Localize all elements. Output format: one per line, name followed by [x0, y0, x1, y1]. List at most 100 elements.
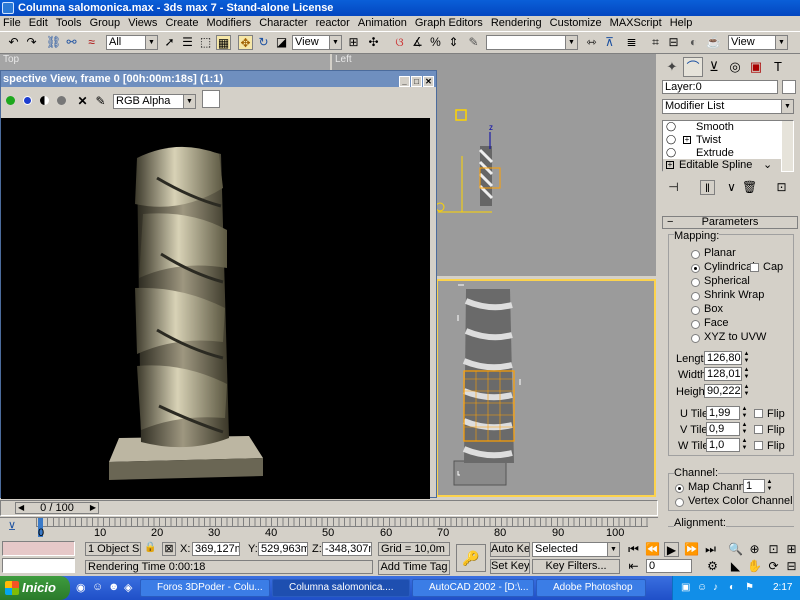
menu-graph-editors[interactable]: Graph Editors [415, 17, 483, 29]
create-tab-icon[interactable]: ✦ [662, 57, 682, 77]
height-input[interactable]: 90,222m [704, 384, 742, 398]
render-scene-icon[interactable]: ☕ [706, 35, 721, 50]
length-input[interactable]: 126,802r [704, 351, 742, 365]
play-icon[interactable]: ▶ [664, 542, 679, 557]
w-tile-spinner[interactable]: ▲ ▼ [741, 438, 748, 452]
maximize-viewport-icon[interactable]: ⊟ [784, 559, 799, 574]
select-manipulate-icon[interactable]: ✣ [366, 35, 381, 50]
maxscript-listener[interactable] [2, 541, 75, 556]
v-flip-checkbox[interactable] [754, 425, 763, 434]
previous-frame-icon[interactable]: ⏪ [645, 542, 660, 557]
planar-radio[interactable] [691, 250, 700, 259]
object-color-swatch[interactable] [782, 80, 796, 94]
menu-modifiers[interactable]: Modifiers [207, 17, 252, 29]
snap-toggle-icon[interactable]: ଓ [392, 35, 407, 50]
track-bar[interactable]: ⊻ 0 10 20 30 40 50 60 70 80 90 100 [0, 517, 658, 539]
set-key-button[interactable]: Set Key [490, 559, 530, 574]
quick-launch-icon[interactable]: ☻ [108, 581, 120, 593]
taskbar-item-photoshop[interactable]: Adobe Photoshop [536, 579, 646, 597]
time-configuration-icon[interactable]: ⚙ [705, 559, 720, 574]
tray-icon[interactable]: ⚑ [745, 576, 754, 600]
edit-named-selection-icon[interactable]: ✎ [466, 35, 481, 50]
stack-item-twist[interactable]: ◯ + Twist [663, 134, 781, 146]
height-spinner[interactable]: ▲ ▼ [743, 384, 750, 398]
top-viewport-label[interactable]: Top [3, 54, 19, 65]
expand-icon[interactable]: + [666, 161, 674, 169]
rendered-frame-window[interactable]: spective View, frame 0 [00h:00m:18s] (1:… [0, 70, 437, 499]
make-unique-icon[interactable]: ∨ [724, 180, 739, 195]
minimize-icon[interactable]: _ [399, 76, 410, 87]
redo-icon[interactable]: ↷ [24, 35, 39, 50]
green-channel-icon[interactable] [6, 96, 15, 105]
menu-file[interactable]: File [3, 17, 21, 29]
menu-views[interactable]: Views [128, 17, 157, 29]
cylindrical-radio[interactable] [691, 264, 700, 273]
start-button[interactable]: Inicio [0, 576, 70, 600]
mirror-icon[interactable]: ⇿ [584, 35, 599, 50]
schematic-view-icon[interactable]: ⊟ [666, 35, 681, 50]
stack-scrollbar[interactable] [782, 121, 793, 171]
w-tile-input[interactable]: 1,0 [706, 438, 740, 452]
mini-curve-editor-icon[interactable]: ⊻ [8, 520, 16, 533]
eyedropper-icon[interactable]: ✎ [93, 94, 108, 109]
lock-selection-icon[interactable]: 🔒 [144, 542, 156, 553]
add-time-tag-button[interactable]: Add Time Tag [378, 560, 450, 575]
key-filters-button[interactable]: Key Filters... [532, 559, 620, 574]
expand-icon[interactable]: + [683, 136, 691, 144]
close-icon[interactable]: ✕ [423, 76, 434, 87]
curve-editor-icon[interactable]: ⌗ [648, 35, 663, 50]
zoom-extents-icon[interactable]: ⊡ [766, 542, 781, 557]
rectangular-selection-icon[interactable]: ⬚ [198, 35, 213, 50]
u-flip-checkbox[interactable] [754, 409, 763, 418]
hierarchy-tab-icon[interactable]: ⊻ [704, 57, 724, 77]
taskbar-item-3dsmax[interactable]: Columna salomonica.... [272, 579, 410, 597]
time-slider[interactable]: ◀ 0 / 100 ▶ [0, 500, 658, 516]
utilities-tab-icon[interactable]: T [768, 57, 788, 77]
quick-launch-icon[interactable]: ◉ [76, 581, 86, 594]
display-channel-dropdown[interactable]: RGB Alpha ▼ [113, 94, 196, 109]
menu-edit[interactable]: Edit [29, 17, 48, 29]
select-and-link-icon[interactable]: ⛓ [46, 35, 61, 50]
tray-icon[interactable]: ▣ [681, 576, 690, 600]
time-slider-thumb[interactable]: ◀ 0 / 100 ▶ [15, 502, 99, 514]
parameters-rollout-header[interactable]: − Parameters [662, 216, 798, 229]
color-swatch[interactable] [202, 90, 220, 108]
modifier-list-dropdown[interactable]: Modifier List ▼ [662, 99, 794, 114]
v-tile-input[interactable]: 0,9 [706, 422, 740, 436]
go-to-end-icon[interactable]: ⏭ [703, 542, 718, 557]
menu-customize[interactable]: Customize [550, 17, 602, 29]
v-tile-spinner[interactable]: ▲ ▼ [741, 422, 748, 436]
menu-group[interactable]: Group [90, 17, 121, 29]
x-coordinate-field[interactable]: 369,127m [192, 542, 240, 556]
u-tile-input[interactable]: 1,99 [706, 406, 740, 420]
configure-sets-icon[interactable]: ⊡ [774, 180, 789, 195]
absolute-mode-icon[interactable]: ⊠ [162, 542, 176, 556]
modify-tab-icon[interactable]: ⌒ [683, 57, 703, 77]
map-channel-input[interactable]: 1 [743, 479, 765, 493]
map-channel-spinner[interactable]: ▲ ▼ [766, 479, 773, 493]
layer-manager-icon[interactable]: ≣ [624, 35, 639, 50]
light-bulb-icon[interactable]: ◯ [666, 147, 676, 158]
select-and-move-icon[interactable]: ✥ [238, 35, 253, 50]
spinner-snap-icon[interactable]: ⇕ [446, 35, 461, 50]
render-window-titlebar[interactable]: spective View, frame 0 [00h:00m:18s] (1:… [1, 71, 436, 87]
monochrome-icon[interactable] [57, 96, 66, 105]
reference-coordinate-dropdown[interactable]: View ▼ [292, 35, 342, 50]
tray-icon[interactable]: ☺ [697, 576, 707, 600]
select-object-icon[interactable]: ➚ [162, 35, 177, 50]
undo-icon[interactable]: ↶ [6, 35, 21, 50]
pan-icon[interactable]: ✋ [747, 559, 762, 574]
menu-character[interactable]: Character [259, 17, 307, 29]
selection-filter-dropdown[interactable]: All ▼ [106, 35, 158, 50]
width-spinner[interactable]: ▲ ▼ [743, 367, 750, 381]
cap-checkbox[interactable] [750, 263, 759, 272]
maximize-icon[interactable]: □ [411, 76, 422, 87]
box-radio[interactable] [691, 306, 700, 315]
select-and-scale-icon[interactable]: ◪ [274, 35, 289, 50]
spherical-radio[interactable] [691, 278, 700, 287]
light-bulb-icon[interactable]: ◯ [666, 121, 676, 132]
stack-item-editable-spline[interactable]: + Editable Spline ⌄ [663, 159, 781, 172]
object-name-field[interactable]: Layer:0 [662, 80, 778, 94]
current-frame-field[interactable]: 0 [646, 559, 692, 573]
w-flip-checkbox[interactable] [754, 441, 763, 450]
